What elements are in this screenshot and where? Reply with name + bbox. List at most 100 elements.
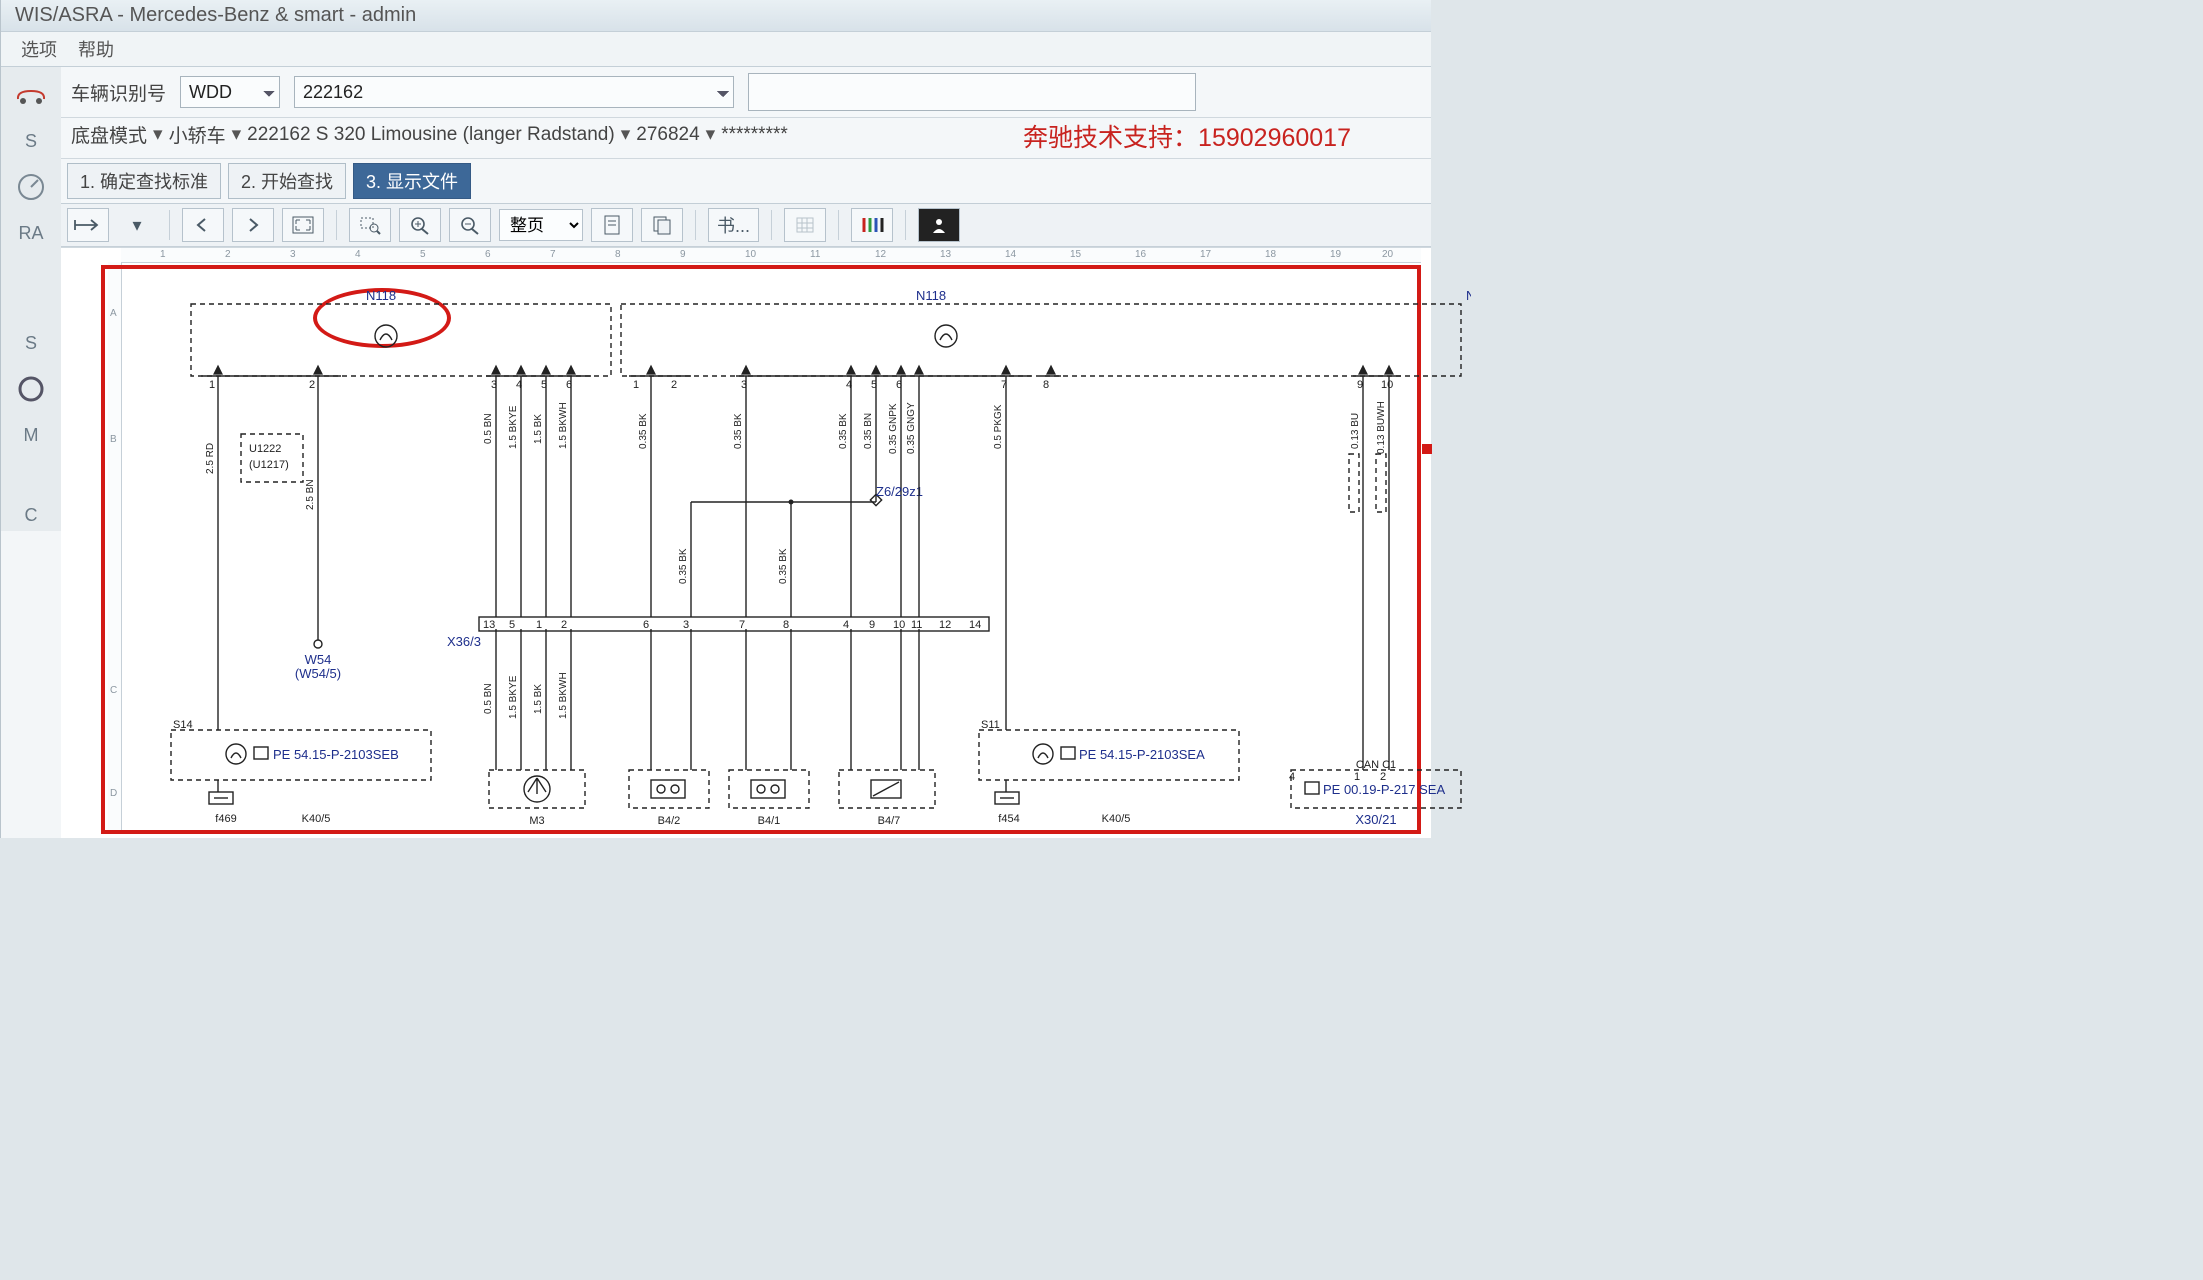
svg-text:2: 2 [561,619,567,631]
pe-link-b: PE 54.15-P-2103SEA [1079,747,1205,762]
svg-text:X30/21: X30/21 [1355,812,1396,827]
vin-row: 车辆识别号 WDD 222162 [61,67,1431,118]
svg-text:CAN C1: CAN C1 [1356,759,1396,771]
svg-text:1.5 BKYE: 1.5 BKYE [508,405,519,449]
bookmarks-button[interactable]: 书... [708,208,759,242]
svg-text:B4/2: B4/2 [658,815,681,827]
grid-icon[interactable] [784,208,826,242]
menu-options[interactable]: 选项 [21,40,57,60]
car-icon[interactable] [13,79,49,111]
page-icon[interactable] [591,208,633,242]
side-item-c[interactable]: C [13,499,49,531]
svg-text:0.13 BUWH: 0.13 BUWH [1376,401,1387,454]
svg-text:K40/5: K40/5 [302,813,331,825]
n118-label-a: N118 [366,288,396,303]
svg-text:2.5 BN: 2.5 BN [305,479,316,510]
svg-text:12: 12 [939,619,951,631]
full-extent-icon[interactable] [282,208,324,242]
svg-text:5: 5 [509,619,515,631]
menu-bar: 选项 帮助 [1,32,1431,67]
svg-text:K40/5: K40/5 [1102,813,1131,825]
car-type-dropdown[interactable]: 小轿车 [169,121,226,148]
toolbar: ▾ 整页 书... [61,204,1431,247]
wmi-select[interactable]: WDD [180,76,280,108]
svg-text:1: 1 [536,619,542,631]
gauge-icon[interactable] [13,171,49,203]
svg-text:9: 9 [1357,379,1363,391]
svg-text:0.35 BK: 0.35 BK [838,413,849,449]
model-select[interactable]: 222162 [294,76,734,108]
svg-text:0.35 GNGY: 0.35 GNGY [906,402,917,454]
svg-text:2: 2 [309,379,315,391]
svg-text:W54: W54 [305,652,332,667]
copy-icon[interactable] [641,208,683,242]
svg-text:4: 4 [1289,771,1295,783]
zoom-out-icon[interactable] [449,208,491,242]
search-input[interactable] [748,73,1196,111]
svg-text:1: 1 [633,379,639,391]
svg-text:9: 9 [869,619,875,631]
svg-text:0.13 BU: 0.13 BU [1350,413,1361,449]
svg-text:0.35 BN: 0.35 BN [863,413,874,449]
engine-dropdown[interactable]: 276824 [636,124,699,146]
tab-criteria[interactable]: 1. 确定查找标准 [67,163,221,199]
diagram-canvas: 1234567891011121314151617181920 ABCD N11… [61,247,1431,838]
person-icon[interactable] [918,208,960,242]
side-item-ra[interactable]: RA [13,217,49,249]
colorbars-icon[interactable] [851,208,893,242]
svg-text:0.35 BK: 0.35 BK [733,413,744,449]
circle-icon[interactable] [13,373,49,405]
svg-text:1.5 BK: 1.5 BK [533,414,544,444]
tab-search[interactable]: 2. 开始查找 [228,163,346,199]
step-tabs: 1. 确定查找标准 2. 开始查找 3. 显示文件 [61,159,1431,204]
crumb-stars: ********* [721,124,788,146]
svg-text:0.5 PKGK: 0.5 PKGK [993,404,1004,449]
side-item-s[interactable]: S [13,125,49,157]
vin-label: 车辆识别号 [71,79,166,106]
svg-text:11: 11 [911,619,922,631]
zoom-fit-select[interactable]: 整页 [499,209,583,241]
svg-text:0.35 BK: 0.35 BK [638,413,649,449]
page-prev-icon[interactable] [182,208,224,242]
sidebar: S RA S M C [1,67,61,531]
svg-text:Z6/29z1: Z6/29z1 [876,484,923,499]
pe-link-c: PE 00.19-P-217 SEA [1323,782,1445,797]
svg-text:10: 10 [1381,379,1393,391]
svg-text:1: 1 [209,379,215,391]
title-bar: WIS/ASRA - Mercedes-Benz & smart - admin [1,0,1431,32]
page-next-icon[interactable] [232,208,274,242]
zoom-in-icon[interactable] [399,208,441,242]
svg-text:8: 8 [1043,379,1049,391]
svg-text:U1222: U1222 [249,443,281,455]
svg-text:10: 10 [893,619,905,631]
dropdown-arrow-icon[interactable]: ▾ [117,209,157,241]
svg-text:3: 3 [683,619,689,631]
side-item-m[interactable]: M [13,419,49,451]
menu-help[interactable]: 帮助 [78,40,114,60]
side-item-s2[interactable]: S [13,327,49,359]
support-overlay: 奔驰技术支持：15902960017 [1023,118,1351,154]
pe-link-a: PE 54.15-P-2103SEB [273,747,399,762]
svg-text:B4/7: B4/7 [878,815,901,827]
svg-text:(U1217): (U1217) [249,459,289,471]
svg-text:0.35 BK: 0.35 BK [778,548,789,584]
svg-text:14: 14 [969,619,981,631]
circuit-diagram: N118 N118 N1 1 2 2.5 RD 2.5 BN [131,274,1471,830]
ruler-horizontal: 1234567891011121314151617181920 [121,248,1421,263]
svg-text:6: 6 [643,619,649,631]
svg-text:0.35 BK: 0.35 BK [678,548,689,584]
svg-text:S11: S11 [981,719,1000,731]
svg-text:1.5 BKYE: 1.5 BKYE [508,675,519,719]
tab-show-file[interactable]: 3. 显示文件 [353,163,471,199]
breadcrumb: 底盘模式▾ 小轿车▾ 222162 S 320 Limousine (lange… [71,121,788,148]
window-title: WIS/ASRA - Mercedes-Benz & smart - admin [15,4,416,26]
svg-text:8: 8 [783,619,789,631]
svg-text:f469: f469 [215,813,236,825]
marquee-zoom-icon[interactable] [349,208,391,242]
plane-icon[interactable] [67,208,109,242]
svg-text:0.5 BN: 0.5 BN [483,683,494,714]
vehicle-model-dropdown[interactable]: 222162 S 320 Limousine (langer Radstand) [247,124,615,146]
svg-text:2.5 RD: 2.5 RD [205,443,216,474]
svg-text:4: 4 [843,619,849,631]
chassis-mode-dropdown[interactable]: 底盘模式 [71,121,147,148]
